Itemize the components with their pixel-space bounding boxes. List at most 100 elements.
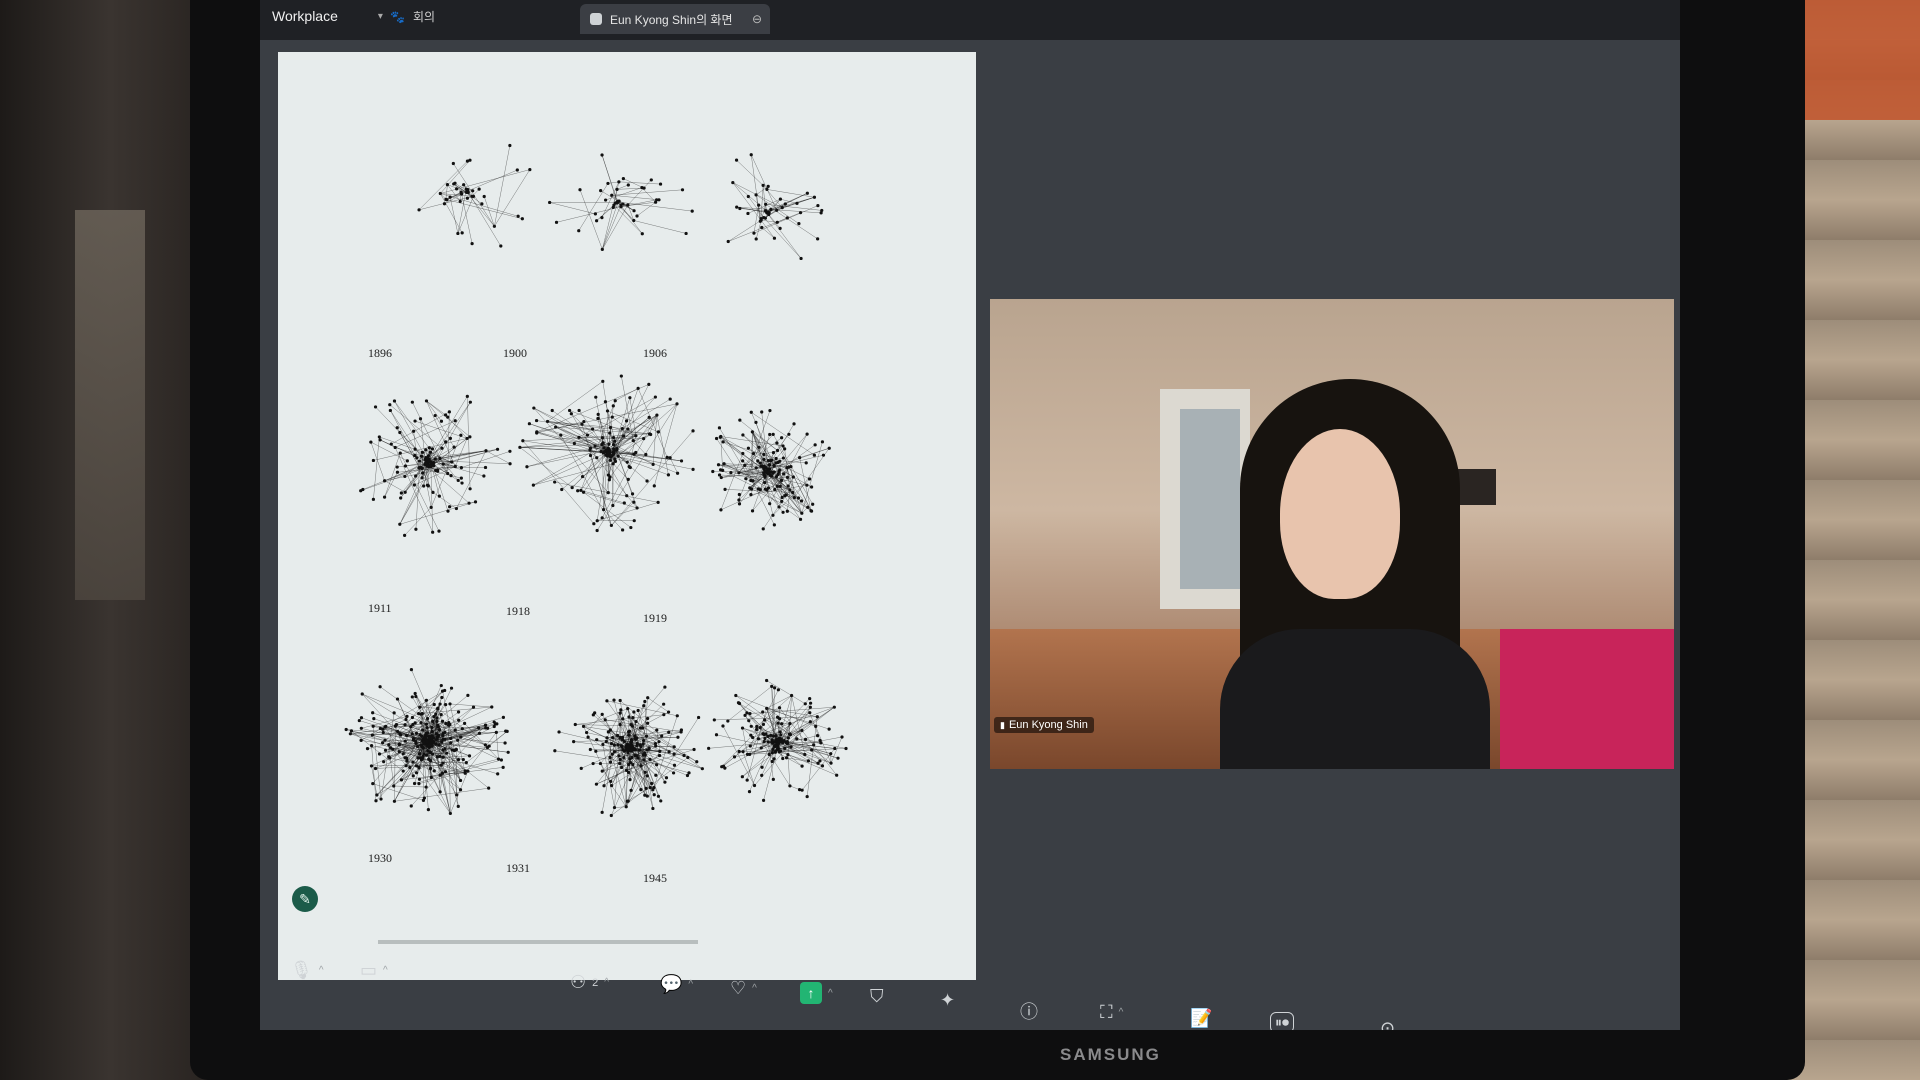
network-node bbox=[404, 764, 408, 768]
chevron-up-icon[interactable]: ^ bbox=[1119, 1007, 1124, 1018]
network-node bbox=[749, 733, 753, 737]
meeting-tab-label: 회의 bbox=[412, 10, 436, 24]
network-node bbox=[626, 427, 630, 431]
tab-screen-share[interactable]: Eun Kyong Shin의 화면 ⊖ bbox=[580, 4, 770, 34]
annotate-pencil-icon[interactable]: ✎ bbox=[292, 886, 318, 912]
network-node bbox=[449, 741, 453, 745]
network-node bbox=[672, 763, 677, 767]
network-node bbox=[642, 758, 646, 762]
network-node bbox=[778, 730, 782, 734]
network-node bbox=[446, 471, 450, 476]
chevron-up-icon[interactable]: ^ bbox=[319, 965, 324, 976]
network-node bbox=[686, 755, 690, 760]
focus-button[interactable]: ⛶ ^ bbox=[1100, 1002, 1123, 1023]
share-button[interactable]: ↑ ^ bbox=[800, 982, 833, 1004]
chat-button[interactable]: 💬 ^ bbox=[660, 974, 693, 995]
network-node bbox=[747, 719, 751, 723]
network-node bbox=[387, 743, 391, 747]
network-node bbox=[749, 493, 753, 497]
info-button[interactable]: ⓘ bbox=[1020, 998, 1038, 1024]
chevron-up-icon[interactable]: ^ bbox=[752, 983, 757, 994]
chevron-up-icon[interactable]: ^ bbox=[604, 977, 609, 988]
participants-button[interactable]: ⚇ 2 ^ bbox=[570, 972, 609, 993]
mic-button[interactable]: 🎙 ^ bbox=[290, 960, 324, 981]
network-node bbox=[692, 747, 696, 752]
network-node bbox=[775, 448, 780, 453]
network-node bbox=[397, 743, 401, 747]
network-node bbox=[731, 180, 735, 185]
more-icon[interactable]: ⊖ bbox=[752, 12, 762, 26]
app-brand[interactable]: Workplace ▾ bbox=[272, 8, 383, 24]
network-node bbox=[756, 487, 761, 491]
chevron-up-icon[interactable]: ^ bbox=[828, 988, 833, 999]
network-node bbox=[444, 702, 448, 707]
network-node bbox=[741, 750, 745, 754]
network-node bbox=[412, 781, 417, 786]
network-node bbox=[588, 448, 592, 452]
notes-button[interactable]: 📝 bbox=[1190, 1008, 1212, 1029]
react-button[interactable]: ♡ ^ bbox=[730, 978, 757, 999]
network-node bbox=[448, 436, 452, 440]
network-node bbox=[723, 487, 727, 491]
room-shelf bbox=[75, 210, 145, 600]
record-button[interactable]: ⏸⏺ bbox=[1270, 1012, 1294, 1030]
participants-count: 2 bbox=[592, 976, 599, 989]
network-node bbox=[621, 717, 625, 721]
network-node bbox=[771, 747, 775, 751]
network-node bbox=[371, 782, 375, 786]
year-label: 1896 bbox=[368, 346, 392, 360]
network-node bbox=[781, 756, 785, 761]
network-node bbox=[749, 410, 753, 414]
ai-companion-button[interactable]: ✦ bbox=[940, 990, 955, 1011]
network-node bbox=[593, 444, 597, 448]
network-node bbox=[398, 430, 402, 435]
network-node bbox=[408, 765, 412, 770]
network-node bbox=[787, 432, 791, 436]
network-node bbox=[761, 722, 766, 726]
network-node bbox=[463, 721, 467, 725]
security-button[interactable]: ⛉ bbox=[870, 986, 884, 1007]
network-node bbox=[465, 159, 470, 163]
network-node bbox=[743, 463, 747, 467]
network-edge bbox=[763, 217, 802, 259]
network-node bbox=[432, 769, 436, 773]
network-node bbox=[550, 408, 554, 413]
camera-button[interactable]: ▭ ^ bbox=[360, 960, 388, 981]
network-node bbox=[763, 481, 767, 485]
network-node bbox=[620, 735, 625, 739]
network-node bbox=[804, 461, 808, 465]
network-node bbox=[792, 422, 796, 426]
chevron-up-icon[interactable]: ^ bbox=[383, 965, 388, 976]
network-node bbox=[609, 784, 614, 788]
network-node bbox=[371, 711, 375, 715]
network-node bbox=[783, 202, 787, 206]
network-node bbox=[595, 519, 599, 523]
network-node bbox=[796, 496, 801, 500]
network-node bbox=[622, 501, 626, 505]
network-node bbox=[383, 479, 387, 483]
network-node bbox=[496, 757, 501, 761]
network-node bbox=[607, 442, 611, 446]
network-node bbox=[663, 685, 667, 689]
network-node bbox=[803, 752, 807, 757]
network-node bbox=[754, 420, 758, 424]
tab-meeting[interactable]: 🐾 회의 bbox=[390, 8, 435, 25]
network-node bbox=[414, 527, 418, 531]
network-edge bbox=[603, 509, 623, 531]
network-node bbox=[608, 431, 612, 435]
network-node bbox=[827, 446, 831, 450]
network-node bbox=[719, 475, 723, 480]
more-button[interactable]: ⊙ bbox=[1380, 1018, 1395, 1030]
network-node bbox=[618, 757, 622, 762]
network-node bbox=[418, 705, 422, 709]
network-node bbox=[403, 474, 407, 479]
network-node bbox=[643, 793, 647, 797]
chevron-down-icon[interactable]: ▾ bbox=[378, 11, 383, 22]
network-node bbox=[813, 443, 817, 447]
network-node bbox=[424, 722, 428, 726]
network-node bbox=[456, 231, 460, 236]
network-node bbox=[640, 232, 644, 236]
network-node bbox=[420, 734, 424, 738]
chevron-up-icon[interactable]: ^ bbox=[688, 979, 693, 990]
network-node bbox=[818, 759, 822, 763]
